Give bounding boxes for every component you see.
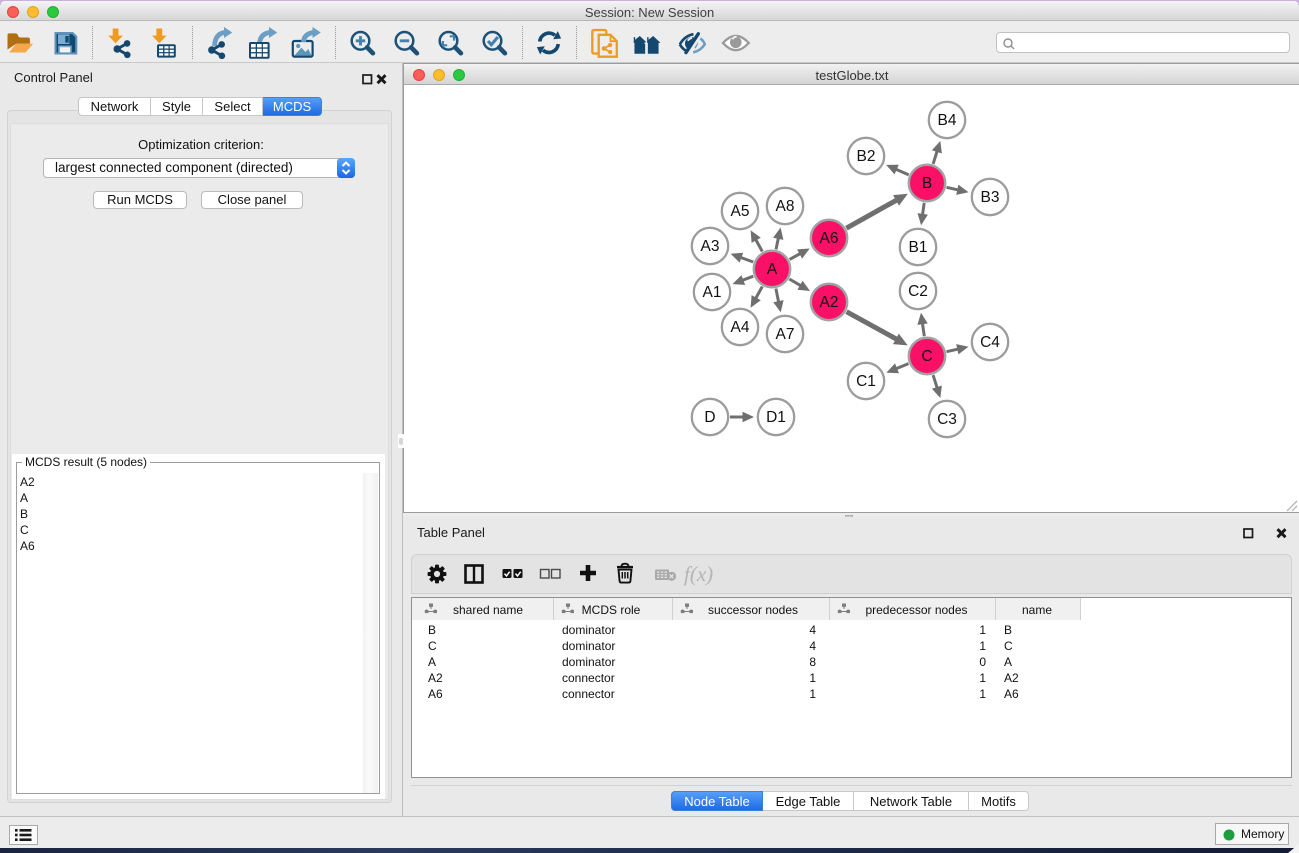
svg-text:A: A bbox=[1004, 655, 1012, 669]
svg-text:B1: B1 bbox=[909, 239, 928, 256]
svg-text:name: name bbox=[1022, 603, 1052, 617]
svg-text:MCDS role: MCDS role bbox=[582, 603, 641, 617]
svg-text:predecessor nodes: predecessor nodes bbox=[865, 603, 967, 617]
svg-text:B2: B2 bbox=[857, 148, 876, 165]
svg-text:C1: C1 bbox=[856, 373, 876, 390]
svg-text:B: B bbox=[428, 623, 436, 637]
svg-text:A5: A5 bbox=[731, 203, 750, 220]
svg-text:A8: A8 bbox=[776, 198, 795, 215]
svg-text:C2: C2 bbox=[908, 283, 928, 300]
svg-text:B: B bbox=[922, 175, 932, 192]
svg-text:A2: A2 bbox=[428, 671, 443, 685]
svg-text:1: 1 bbox=[809, 687, 816, 701]
svg-text:A2: A2 bbox=[1004, 671, 1019, 685]
svg-text:A7: A7 bbox=[776, 326, 795, 343]
svg-text:dominator: dominator bbox=[562, 655, 615, 669]
svg-text:A: A bbox=[767, 261, 778, 278]
svg-text:A6: A6 bbox=[820, 230, 839, 247]
svg-text:C: C bbox=[921, 348, 932, 365]
svg-text:A3: A3 bbox=[701, 238, 720, 255]
svg-text:dominator: dominator bbox=[562, 639, 615, 653]
svg-text:B3: B3 bbox=[981, 189, 1000, 206]
svg-text:1: 1 bbox=[979, 623, 986, 637]
svg-text:A2: A2 bbox=[820, 294, 839, 311]
svg-text:A: A bbox=[428, 655, 436, 669]
svg-text:0: 0 bbox=[979, 655, 986, 669]
svg-text:successor nodes: successor nodes bbox=[708, 603, 798, 617]
svg-text:A1: A1 bbox=[703, 284, 722, 301]
svg-text:A6: A6 bbox=[1004, 687, 1019, 701]
svg-text:1: 1 bbox=[979, 671, 986, 685]
svg-text:C3: C3 bbox=[937, 411, 957, 428]
svg-text:8: 8 bbox=[809, 655, 816, 669]
svg-text:shared name: shared name bbox=[453, 603, 523, 617]
svg-text:C: C bbox=[428, 639, 437, 653]
svg-text:connector: connector bbox=[562, 687, 615, 701]
svg-text:B: B bbox=[1004, 623, 1012, 637]
svg-text:C4: C4 bbox=[980, 334, 1000, 351]
svg-text:A4: A4 bbox=[731, 319, 750, 336]
svg-text:4: 4 bbox=[809, 639, 816, 653]
svg-text:1: 1 bbox=[979, 639, 986, 653]
svg-text:1: 1 bbox=[809, 671, 816, 685]
svg-text:4: 4 bbox=[809, 623, 816, 637]
svg-text:C: C bbox=[1004, 639, 1013, 653]
svg-text:B4: B4 bbox=[938, 112, 957, 129]
svg-text:D: D bbox=[704, 409, 715, 426]
svg-text:D1: D1 bbox=[766, 409, 786, 426]
svg-text:dominator: dominator bbox=[562, 623, 615, 637]
svg-text:A6: A6 bbox=[428, 687, 443, 701]
svg-text:f(x): f(x) bbox=[684, 562, 713, 586]
svg-text:1: 1 bbox=[979, 687, 986, 701]
svg-text:connector: connector bbox=[562, 671, 615, 685]
